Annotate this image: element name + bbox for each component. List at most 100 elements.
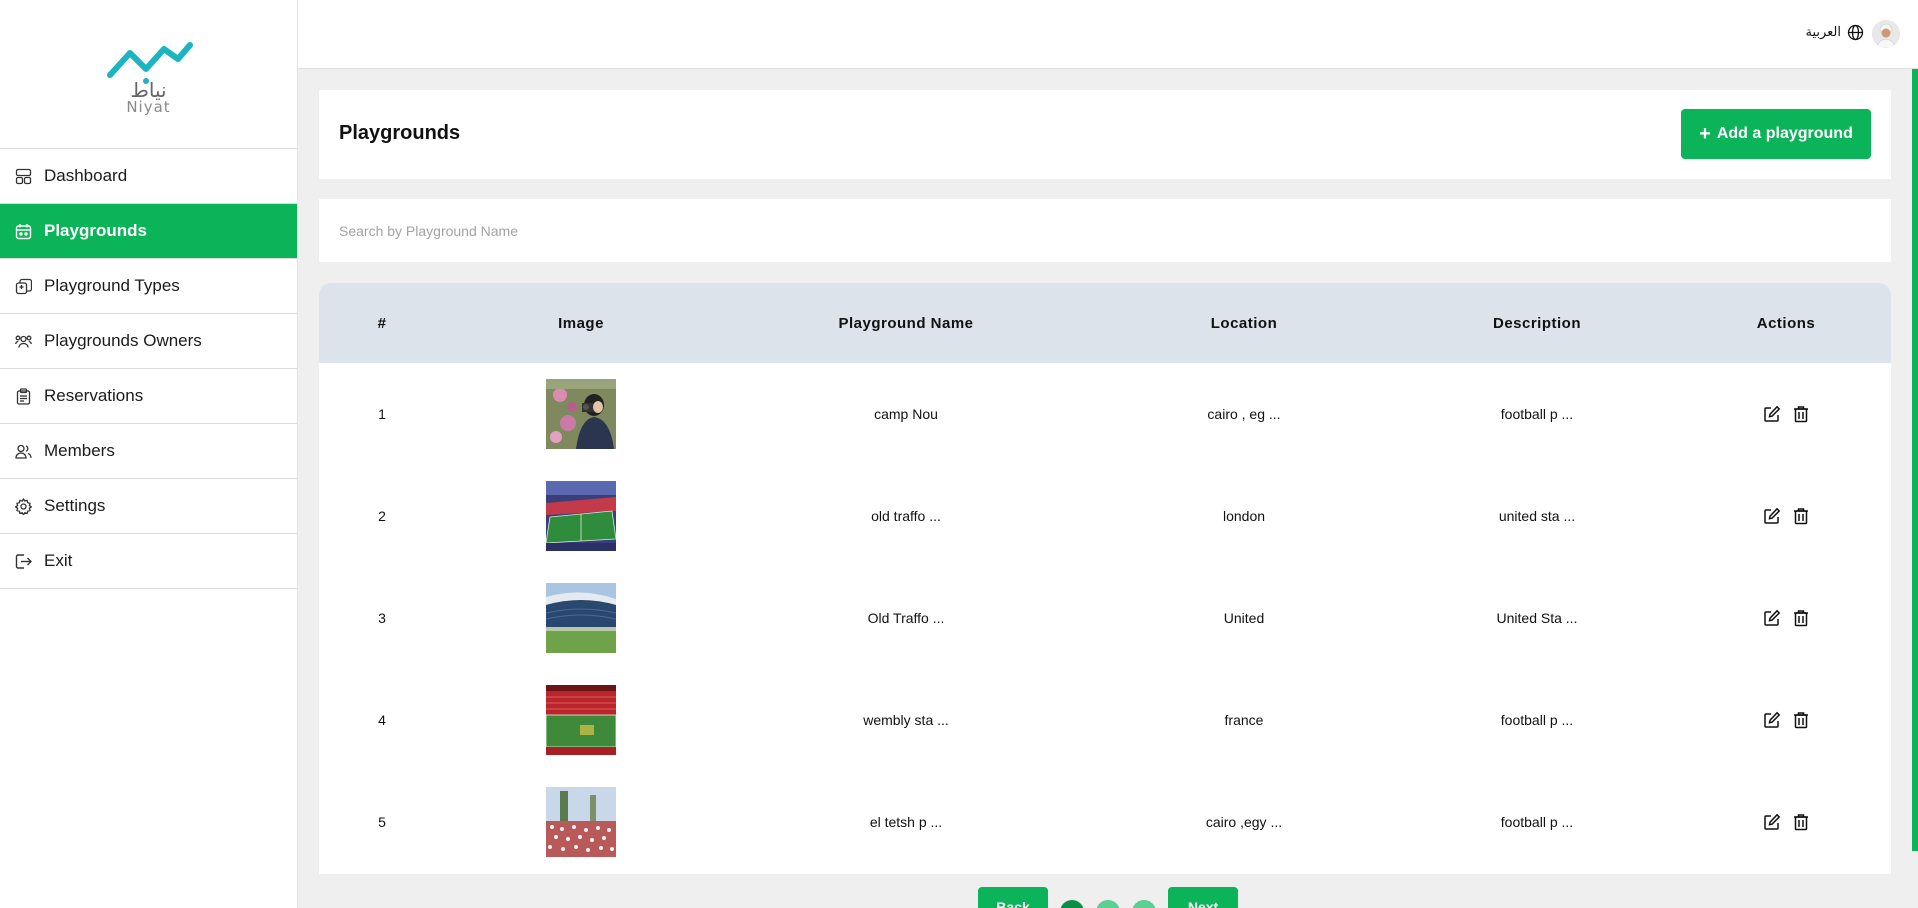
page-dot-1[interactable] (1060, 900, 1084, 908)
dashboard-icon (15, 168, 32, 185)
row-description: football p ... (1500, 814, 1574, 830)
delete-icon[interactable] (1791, 404, 1811, 424)
row-location: United (1223, 610, 1265, 626)
row-description: football p ... (1500, 406, 1574, 422)
row-name: camp Nou (874, 406, 938, 422)
delete-icon[interactable] (1791, 710, 1811, 730)
row-name: wembly sta ... (863, 712, 949, 728)
delete-icon[interactable] (1791, 506, 1811, 526)
row-actions (1681, 812, 1891, 832)
sidebar-item-label: Settings (44, 496, 106, 515)
pagination: Back Next (978, 887, 1238, 908)
column-header-name: Playground Name (838, 314, 974, 332)
sidebar-item-label: Playgrounds Owners (44, 331, 202, 350)
row-number: 2 (378, 508, 386, 524)
row-description: United Sta ... (1496, 610, 1578, 626)
sidebar-item-label: Playgrounds (44, 221, 147, 240)
edit-icon[interactable] (1762, 710, 1782, 730)
column-header-actions: Actions (1756, 314, 1816, 332)
row-image-cell (445, 379, 717, 449)
edit-icon[interactable] (1762, 506, 1782, 526)
row-number: 1 (378, 406, 386, 422)
row-number: 5 (378, 814, 386, 830)
users-icon (15, 333, 32, 350)
table-header: # Image Playground Name Location Descrip… (319, 283, 1891, 363)
page-scrollbar[interactable] (1912, 69, 1918, 851)
row-name: el tetsh p ... (869, 814, 943, 830)
gear-icon (15, 497, 32, 515)
row-description: united sta ... (1498, 508, 1576, 524)
sidebar-item-label: Exit (44, 551, 73, 570)
row-name: old traffo ... (871, 508, 941, 524)
avatar[interactable] (1872, 20, 1900, 48)
sidebar-item-members[interactable]: Members (0, 424, 297, 479)
column-header-location: Location (1210, 314, 1278, 332)
playground-image[interactable] (546, 685, 616, 755)
search-input[interactable] (319, 199, 1891, 262)
sidebar-item-label: Members (44, 441, 115, 460)
sidebar-item-playground-types[interactable]: Playground Types (0, 259, 297, 314)
plus-icon: + (1699, 123, 1711, 145)
brand-logo[interactable]: نياط Niyat (0, 0, 297, 148)
row-actions (1681, 710, 1891, 730)
playground-image[interactable] (546, 787, 616, 857)
delete-icon[interactable] (1791, 608, 1811, 628)
edit-icon[interactable] (1762, 404, 1782, 424)
sidebar-item-settings[interactable]: Settings (0, 479, 297, 534)
language-switcher[interactable]: العربية (1805, 24, 1864, 41)
playground-image[interactable] (546, 481, 616, 551)
prev-page-button[interactable]: Back (978, 887, 1048, 908)
edit-icon[interactable] (1762, 812, 1782, 832)
delete-icon[interactable] (1791, 812, 1811, 832)
row-location: france (1224, 712, 1264, 728)
row-location: cairo ,egy ... (1205, 814, 1283, 830)
edit-icon[interactable] (1762, 608, 1782, 628)
search-bar (319, 199, 1891, 262)
row-description: football p ... (1500, 712, 1574, 728)
column-header-description: Description (1492, 314, 1581, 332)
page-dot-2[interactable] (1096, 900, 1120, 908)
row-number: 4 (378, 712, 386, 728)
row-name: Old Traffo ... (867, 610, 945, 626)
topbar: العربية (298, 0, 1918, 69)
sidebar-item-label: Playground Types (44, 276, 180, 295)
table-row: 1 camp Nou cairo , eg ... football p ... (319, 363, 1891, 465)
sidebar-item-playgrounds[interactable]: Playgrounds (0, 204, 297, 259)
sidebar-item-label: Dashboard (44, 166, 128, 185)
brand-arabic: نياط (130, 78, 167, 102)
row-location: london (1222, 508, 1266, 524)
next-page-button[interactable]: Next (1168, 887, 1238, 908)
row-image-cell (445, 583, 717, 653)
row-number: 3 (378, 610, 386, 626)
sidebar-item-dashboard[interactable]: Dashboard (0, 149, 297, 204)
row-image-cell (445, 685, 717, 755)
language-label: العربية (1805, 25, 1841, 40)
layers-icon (15, 278, 32, 295)
page-title: Playgrounds (339, 122, 461, 144)
sidebar-item-playgrounds-owners[interactable]: Playgrounds Owners (0, 314, 297, 369)
add-playground-button[interactable]: + Add a playground (1681, 109, 1871, 159)
playgrounds-table: # Image Playground Name Location Descrip… (319, 283, 1891, 874)
page-header: Playgrounds + Add a playground (319, 90, 1891, 179)
sidebar-nav: Dashboard Playgrounds Playground Types P… (0, 148, 297, 589)
playground-image[interactable] (546, 583, 616, 653)
page-dots (1060, 900, 1156, 908)
table-row: 4 wembly sta ... france football p ... (319, 669, 1891, 771)
members-icon (15, 443, 32, 460)
clipboard-icon (15, 387, 32, 405)
column-header-image: Image (558, 314, 604, 332)
add-playground-label: Add a playground (1716, 125, 1853, 142)
sidebar-item-exit[interactable]: Exit (0, 534, 297, 589)
globe-icon (1847, 24, 1864, 41)
page-dot-3[interactable] (1132, 900, 1156, 908)
calendar-icon (15, 223, 32, 240)
table-row: 2 old traffo ... london united sta ... (319, 465, 1891, 567)
brand-latin: Niyat (126, 98, 171, 116)
playground-image[interactable] (546, 379, 616, 449)
sidebar-item-label: Reservations (44, 386, 144, 405)
sidebar-item-reservations[interactable]: Reservations (0, 369, 297, 424)
row-location: cairo , eg ... (1207, 406, 1281, 422)
table-row: 5 el tetsh p ... cairo ,egy ... football… (319, 771, 1891, 873)
table-row: 3 Old Traffo ... United United Sta ... (319, 567, 1891, 669)
column-header-number: # (377, 314, 387, 332)
